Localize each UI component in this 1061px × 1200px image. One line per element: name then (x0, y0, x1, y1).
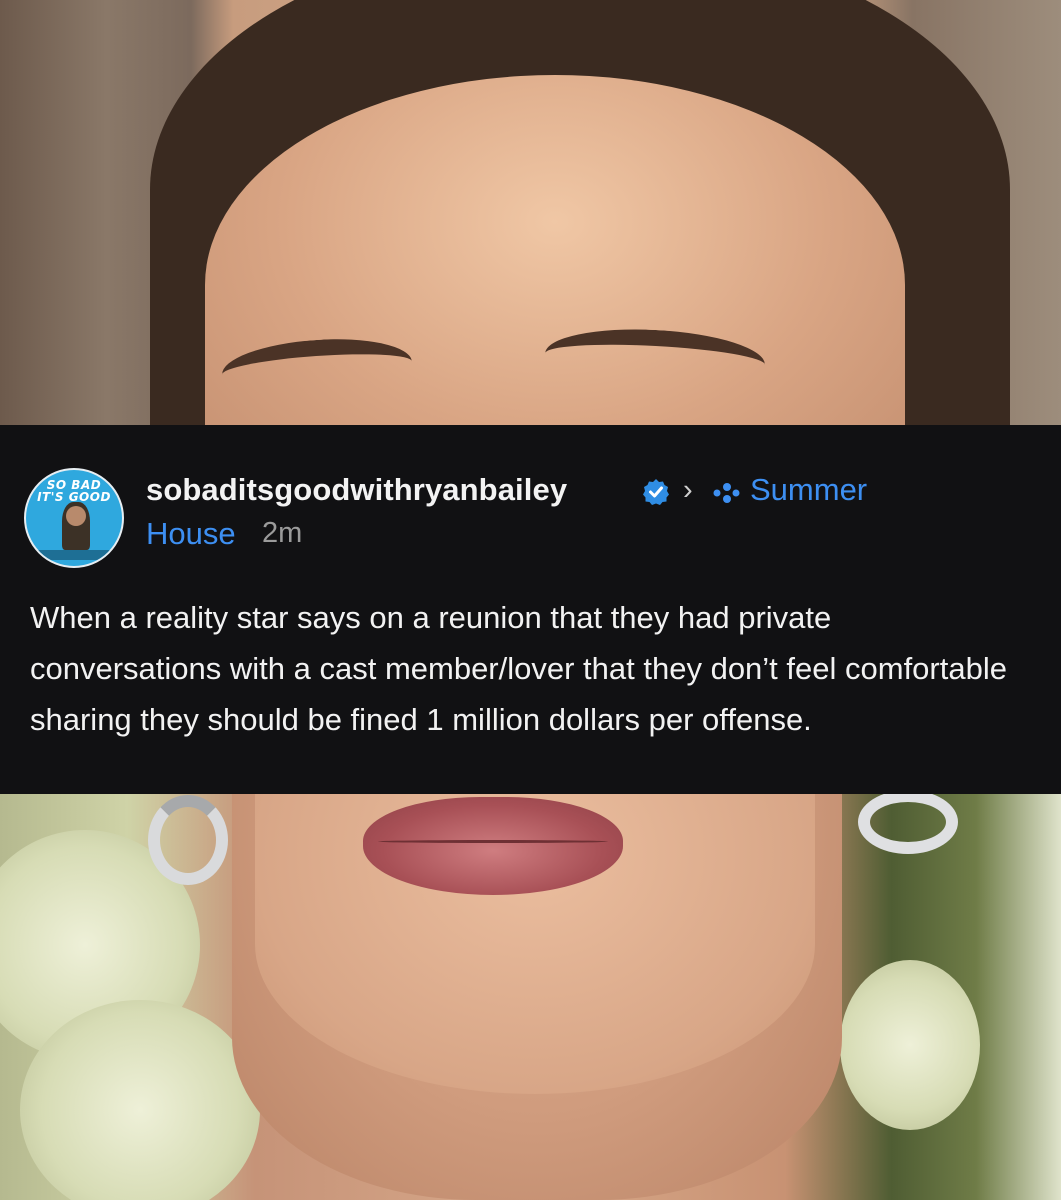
lip-line (378, 840, 608, 843)
left-earring (148, 795, 228, 885)
chevron-right-icon: › (683, 474, 693, 506)
right-earring (858, 790, 958, 854)
lips (363, 797, 623, 895)
verified-badge-icon (643, 479, 669, 505)
post-body: When a reality star says on a reunion th… (30, 600, 1007, 737)
username-link[interactable]: sobaditsgoodwithryanbailey (146, 472, 567, 508)
post-timestamp: 2m (262, 517, 303, 549)
avatar-face (66, 506, 86, 526)
flower-decoration (840, 960, 980, 1130)
community-link[interactable]: Summer (750, 472, 867, 508)
avatar-banner (26, 550, 122, 560)
community-link[interactable]: House (146, 516, 236, 552)
community-icon (713, 483, 740, 503)
avatar[interactable]: SO BAD IT'S GOOD (24, 468, 124, 568)
